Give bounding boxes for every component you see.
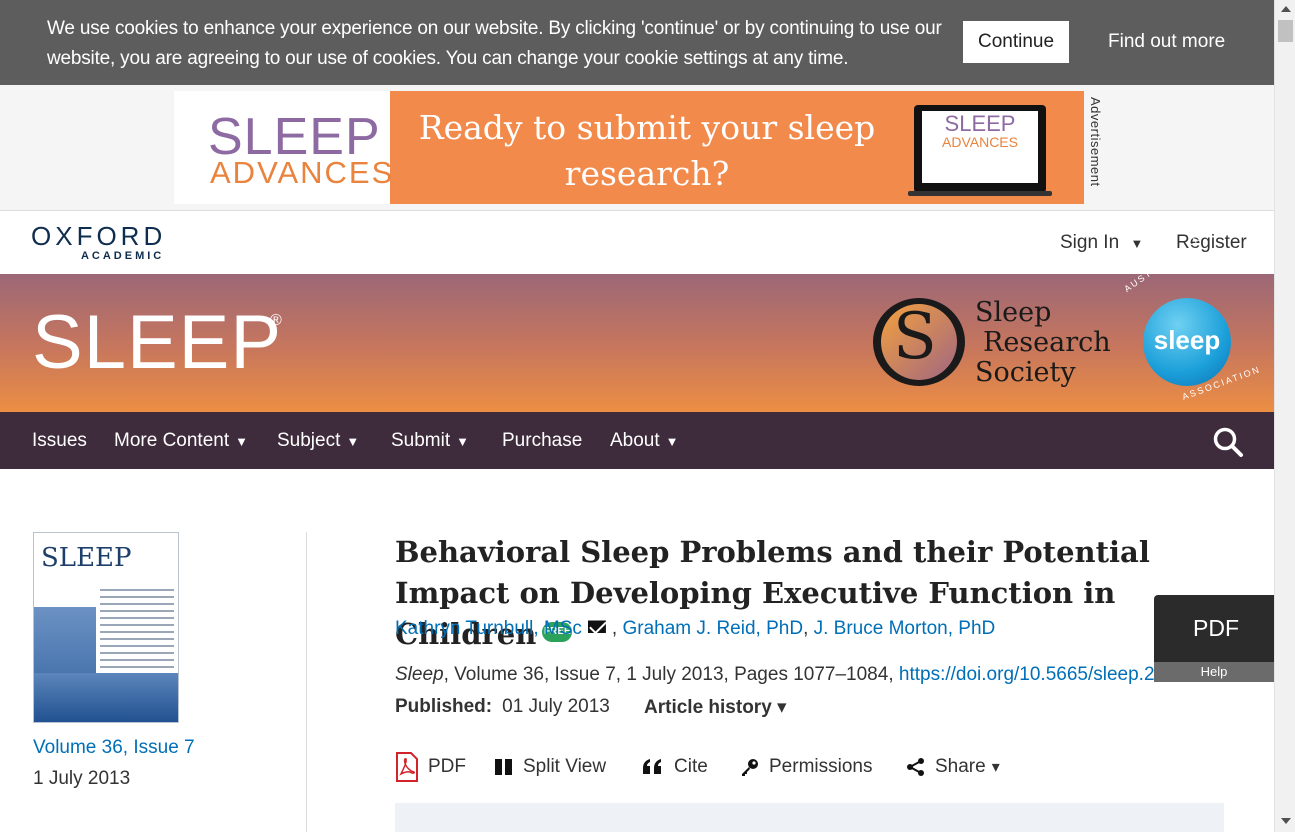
laptop-screen-subtitle: ADVANCES [942, 134, 1018, 150]
nav-purchase[interactable]: Purchase [502, 430, 582, 452]
sign-in-dropdown[interactable]: Sign In ▼ [1060, 232, 1143, 254]
published-date: 01 July 2013 [502, 696, 610, 717]
published-info: Published: 01 July 2013 [395, 696, 610, 718]
oxford-academic-logo[interactable]: OXFORD ACADEMIC [31, 223, 166, 263]
publisher-subname: ACADEMIC [80, 250, 165, 262]
nav-submit[interactable]: Submit ▼ [391, 430, 469, 452]
citation-journal: Sleep [395, 664, 444, 685]
floating-help-button[interactable]: Help [1154, 662, 1274, 682]
publisher-name: OXFORD [31, 221, 167, 251]
journal-nav: Issues More Content ▼ Subject ▼ Submit ▼ Pu… [0, 412, 1274, 469]
article-history-toggle[interactable]: Article history ▾ [644, 696, 787, 719]
author-link[interactable]: Graham J. Reid, PhD [622, 618, 803, 639]
cookie-continue-button[interactable]: Continue [963, 21, 1069, 63]
split-view-button[interactable]: Split View [494, 752, 606, 782]
author-link[interactable]: J. Bruce Morton, PhD [814, 618, 996, 639]
laptop-screen-title: SLEEP [944, 111, 1016, 136]
page: We use cookies to enhance your experienc… [0, 0, 1274, 832]
search-icon[interactable] [1212, 426, 1244, 458]
share-dropdown[interactable]: Share ▾ [906, 752, 1000, 782]
publisher-header: OXFORD ACADEMIC Sign In ▼ Register [0, 211, 1274, 274]
author-list: Kathryn Turnbull, MSc, Graham J. Reid, P… [395, 618, 996, 639]
ad-logo: SLEEP ADVANCES [174, 91, 392, 204]
floating-pdf-label: PDF [1193, 615, 1239, 641]
floating-pdf-widget[interactable]: PDF Help [1154, 595, 1274, 682]
issue-cover-image[interactable]: SLEEP [33, 532, 179, 723]
permissions-button[interactable]: Permissions [740, 752, 872, 782]
advertisement-area: SLEEP ADVANCES Ready to submit your slee… [0, 85, 1274, 211]
ad-headline: Ready to submit your sleep research? [418, 108, 876, 193]
article-citation: Sleep, Volume 36, Issue 7, 1 July 2013, … [395, 664, 1186, 686]
sign-in-label: Sign In [1060, 232, 1120, 253]
cookie-find-out-more-link[interactable]: Find out more [1108, 31, 1225, 53]
advertisement-label: Advertisement [1088, 97, 1103, 187]
scroll-thumb[interactable] [1278, 20, 1293, 42]
caret-down-icon: ▼ [456, 434, 470, 449]
caret-down-icon: ▼ [235, 434, 248, 449]
article-content-box [395, 803, 1224, 832]
mail-icon[interactable] [587, 620, 606, 634]
scroll-down-arrow-icon[interactable] [1281, 818, 1291, 824]
cookie-message: We use cookies to enhance your experienc… [47, 18, 942, 69]
caret-down-icon: ▼ [665, 434, 679, 449]
cover-title: SLEEP [41, 543, 132, 573]
sleep-research-society-name: Sleep Research Society [975, 297, 1111, 388]
journal-banner: SLEEP ® S Sleep Research Society [0, 274, 1274, 412]
issue-date: 1 July 2013 [33, 768, 131, 789]
nav-subject[interactable]: Subject ▼ [277, 430, 359, 452]
sleep-research-society-logo: S [873, 298, 965, 386]
nav-about[interactable]: About ▼ [610, 430, 679, 452]
split-view-icon [495, 759, 512, 775]
pdf-button[interactable]: PDF [395, 752, 466, 782]
laptop-illustration: SLEEP ADVANCES [908, 105, 1052, 196]
share-icon [907, 758, 924, 776]
ad-logo-bottom-text: ADVANCES [210, 155, 395, 190]
key-icon [742, 759, 758, 776]
nav-more-content[interactable]: More Content ▼ [114, 430, 248, 452]
cookie-banner: We use cookies to enhance your experienc… [0, 0, 1274, 85]
quote-icon [643, 759, 661, 774]
doi-link[interactable]: https://doi.org/10.5665/sleep.2814 [899, 664, 1186, 685]
nav-issues[interactable]: Issues [32, 430, 87, 452]
scroll-up-arrow-icon[interactable] [1281, 6, 1291, 12]
citation-details: , Volume 36, Issue 7, 1 July 2013, Pages… [443, 664, 899, 685]
caret-down-icon: ▾ [991, 759, 1000, 776]
published-label: Published: [395, 696, 493, 717]
caret-down-icon: ▼ [346, 434, 360, 449]
pdf-icon [396, 752, 418, 782]
caret-down-icon: ▼ [1130, 236, 1144, 251]
author-link[interactable]: Kathryn Turnbull, MSc [395, 618, 582, 639]
rail-divider [306, 532, 307, 832]
cite-button[interactable]: Cite [641, 752, 708, 782]
advertisement-banner[interactable]: SLEEP ADVANCES Ready to submit your slee… [174, 91, 1084, 204]
journal-title[interactable]: SLEEP [32, 300, 282, 386]
registered-mark: ® [270, 312, 282, 329]
issue-volume-link[interactable]: Volume 36, Issue 7 [33, 737, 195, 759]
caret-down-icon: ▾ [777, 697, 787, 718]
partner-logo-word: sleep [1153, 325, 1221, 355]
vertical-scrollbar[interactable] [1274, 0, 1295, 832]
